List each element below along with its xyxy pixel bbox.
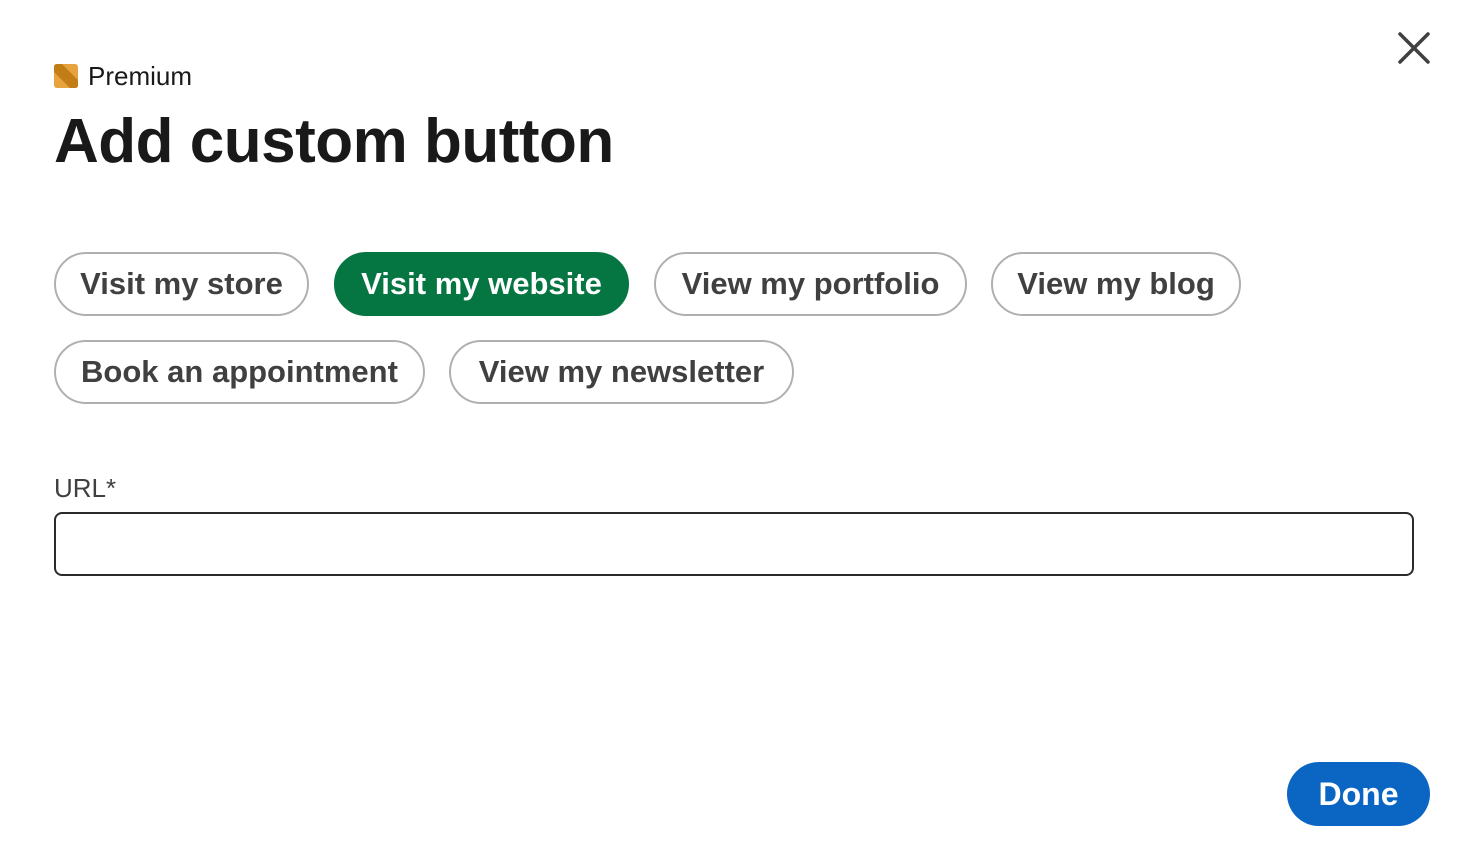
- done-button[interactable]: Done: [1287, 762, 1430, 826]
- option-view-my-blog[interactable]: View my blog: [991, 252, 1241, 316]
- premium-label: Premium: [88, 61, 193, 91]
- url-label: URL*: [54, 473, 117, 503]
- add-custom-button-dialog: Premium Add custom button Visit my store…: [0, 0, 1462, 864]
- option-view-my-newsletter[interactable]: View my newsletter: [449, 340, 794, 404]
- option-visit-my-store[interactable]: Visit my store: [54, 252, 309, 316]
- premium-badge-icon: [54, 64, 78, 88]
- url-input[interactable]: [54, 512, 1414, 576]
- option-book-an-appointment[interactable]: Book an appointment: [54, 340, 425, 404]
- option-view-my-portfolio[interactable]: View my portfolio: [654, 252, 967, 316]
- premium-badge: Premium: [54, 62, 192, 90]
- close-icon: [1398, 32, 1430, 64]
- close-button[interactable]: [1390, 24, 1438, 72]
- dialog-title: Add custom button: [54, 107, 614, 176]
- option-visit-my-website[interactable]: Visit my website: [334, 252, 629, 316]
